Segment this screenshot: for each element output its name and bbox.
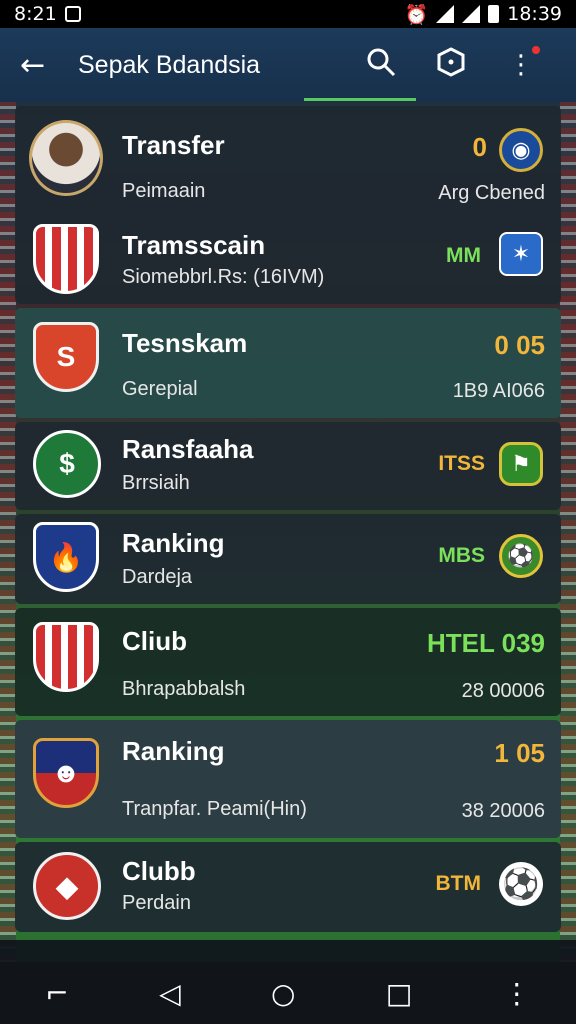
status-bar: 8:21 ⏰ 18:39 (0, 0, 576, 28)
item-subtitle: Bhrapabbalsh (122, 678, 246, 700)
list-item[interactable]: Tramsscain Siomebbrl.Rs: (16IVM) MM ✶ (15, 214, 561, 304)
arrow-left-icon[interactable]: ← (20, 48, 54, 83)
list-card: ◆ Clubb Perdain BTM ⚽ (15, 842, 561, 932)
search-icon[interactable] (346, 47, 416, 84)
item-title: Ranking (122, 736, 225, 766)
wifi-icon (436, 5, 455, 23)
player-avatar (29, 120, 103, 196)
item-title: Transfer (122, 130, 225, 160)
item-right-text: 1B9 AI066 (452, 380, 545, 402)
overview-square-icon[interactable]: □ (386, 977, 412, 1010)
item-subtitle: Siomebbrl.Rs: (16IVM) (122, 266, 325, 288)
item-subtitle: Brrsiaih (122, 472, 190, 494)
item-right-text: Arg Cbened (438, 182, 545, 204)
gallery-notification-icon (64, 6, 81, 22)
item-right-text: 28 00006 (461, 680, 545, 702)
item-title: Cliub (122, 626, 187, 656)
home-circle-icon[interactable]: ○ (271, 977, 295, 1010)
item-subtitle: Dardeja (122, 566, 193, 588)
list-card: Transfer Peimaain 0 ◉ Arg Cbened Tramssc… (15, 106, 561, 304)
signal-icon (462, 5, 481, 23)
item-subtitle: Gerepial (122, 378, 198, 400)
item-right-text: 38 20006 (461, 800, 545, 822)
more-vert-icon[interactable]: ⋮ (503, 977, 531, 1010)
item-value: 1 05 (494, 738, 545, 768)
item-value: BTM (435, 872, 482, 895)
list-item-peek (0, 940, 576, 962)
system-nav-bar: ⌐ ◁ ○ □ ⋮ (0, 962, 576, 1024)
status-time-right: 18:39 (507, 3, 562, 25)
shield-icon[interactable] (416, 46, 486, 84)
item-title: Tramsscain (122, 230, 266, 260)
club-crest-icon (33, 622, 99, 692)
list-item[interactable]: ◆ Clubb Perdain BTM ⚽ (15, 842, 561, 932)
list-item[interactable]: $ Ransfaaha Brrsiaih ITSS ⚑ (15, 422, 561, 512)
list-item[interactable]: Transfer Peimaain 0 ◉ Arg Cbened (15, 114, 561, 204)
item-subtitle: Perdain (122, 892, 191, 914)
item-value: ITSS (438, 452, 485, 475)
item-title: Clubb (122, 856, 196, 886)
battery-icon (488, 5, 500, 23)
item-value: 0 05 (494, 330, 545, 360)
list-card: Cliub Bhrapabbalsh HTEL 039 28 00006 (15, 608, 561, 716)
page-title: Sepak Bdandsia (78, 50, 261, 79)
stadium-background-right (560, 100, 576, 964)
list-item[interactable]: Cliub Bhrapabbalsh HTEL 039 28 00006 (15, 614, 561, 704)
stadium-background-left (0, 100, 16, 964)
item-value: MBS (438, 544, 485, 567)
item-value: 0 (472, 132, 487, 162)
recent-apps-icon[interactable]: ⌐ (45, 977, 68, 1010)
more-vert-icon[interactable]: ⋮ (486, 46, 556, 80)
club-crest-icon: S (33, 322, 99, 392)
item-subtitle: Peimaain (122, 180, 206, 202)
list-card: ☻ Ranking Tranpfar. Peami(Hin) 1 05 38 2… (15, 720, 561, 838)
club-crest-icon: ◆ (33, 852, 101, 920)
list-card: $ Ransfaaha Brrsiaih ITSS ⚑ (15, 422, 561, 510)
app-bar: ← Sepak Bdandsia ⋮ (0, 28, 576, 102)
club-crest-icon: 🔥 (33, 522, 99, 592)
player-crest-icon: ☻ (33, 738, 99, 808)
item-title: Ransfaaha (122, 434, 254, 464)
club-crest-icon: $ (33, 430, 101, 498)
list-item[interactable]: ☻ Ranking Tranpfar. Peami(Hin) 1 05 38 2… (15, 726, 561, 822)
soccer-ball-icon: ⚽ (499, 862, 543, 906)
status-time-left: 8:21 (14, 3, 57, 25)
club-badge-icon: ⚽ (499, 534, 543, 578)
club-badge-icon: ◉ (499, 128, 543, 172)
club-badge-icon: ✶ (499, 232, 543, 276)
tab-indicator (304, 98, 416, 101)
item-subtitle: Tranpfar. Peami(Hin) (122, 798, 307, 820)
club-badge-icon: ⚑ (499, 442, 543, 486)
item-title: Tesnskam (122, 328, 248, 358)
list-item[interactable]: 🔥 Ranking Dardeja MBS ⚽ (15, 514, 561, 604)
list-item[interactable]: S Tesnskam Gerepial 0 05 1B9 AI066 (15, 318, 561, 408)
club-crest-icon (33, 224, 99, 294)
item-value: HTEL 039 (426, 628, 545, 658)
notification-dot (532, 46, 540, 54)
alarm-icon: ⏰ (404, 3, 429, 26)
list-card: 🔥 Ranking Dardeja MBS ⚽ (15, 514, 561, 604)
item-title: Ranking (122, 528, 225, 558)
list-card: S Tesnskam Gerepial 0 05 1B9 AI066 (15, 308, 561, 418)
item-value: MM (446, 244, 481, 267)
back-triangle-icon[interactable]: ◁ (159, 977, 181, 1010)
